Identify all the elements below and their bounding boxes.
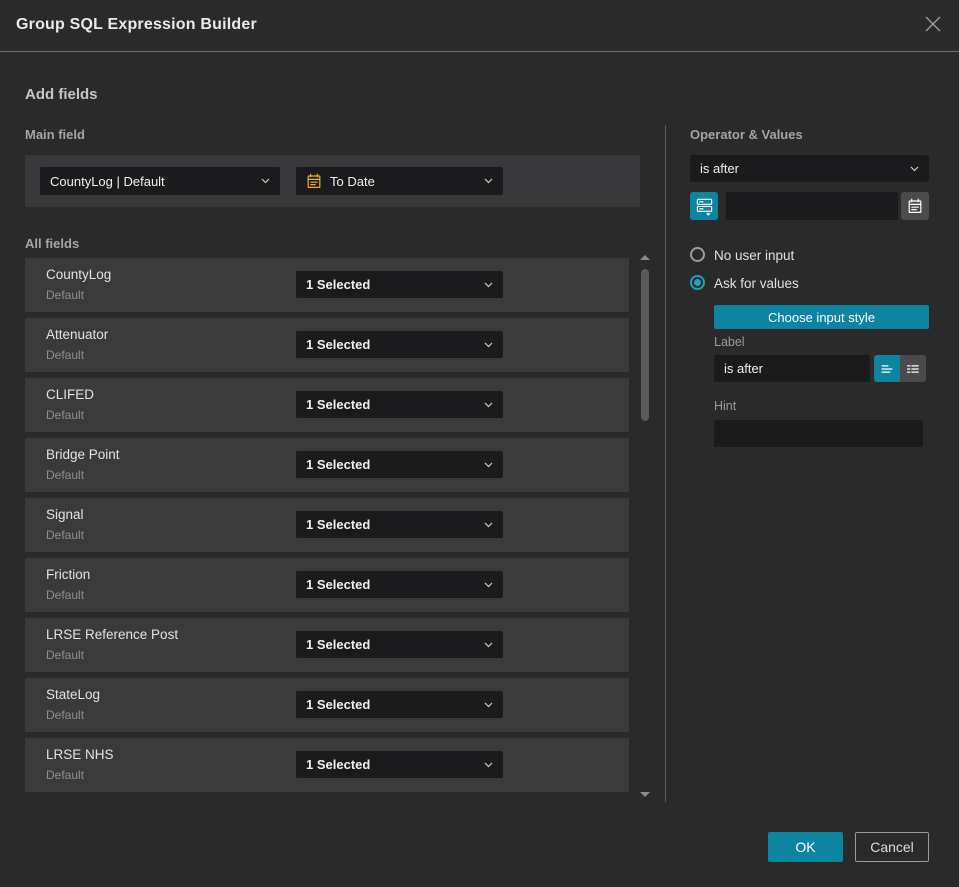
choose-input-style-button[interactable]: Choose input style: [714, 305, 929, 329]
field-subtitle: Default: [46, 288, 85, 302]
no-user-input-label: No user input: [714, 248, 795, 263]
field-name: Friction: [46, 567, 91, 582]
chevron-down-icon: [484, 342, 493, 348]
field-selection-value: 1 Selected: [306, 457, 371, 472]
chevron-down-icon: [484, 642, 493, 648]
field-selection-value: 1 Selected: [306, 577, 371, 592]
all-fields-label: All fields: [25, 236, 80, 251]
chevron-down-icon: [484, 462, 493, 468]
field-subtitle: Default: [46, 648, 85, 662]
close-button[interactable]: [919, 12, 947, 40]
chevron-down-icon: [261, 178, 270, 184]
field-name: LRSE NHS: [46, 747, 114, 762]
field-selection-value: 1 Selected: [306, 277, 371, 292]
date-type-select-value: To Date: [330, 173, 375, 189]
align-left-icon: [879, 361, 895, 377]
field-selection-value: 1 Selected: [306, 337, 371, 352]
main-field-select[interactable]: CountyLog | Default: [40, 167, 280, 195]
hint-input[interactable]: [714, 420, 923, 447]
field-selection-value: 1 Selected: [306, 697, 371, 712]
calendar-picker-button[interactable]: [901, 192, 929, 220]
field-name: StateLog: [46, 687, 101, 702]
add-fields-heading: Add fields: [25, 86, 98, 103]
field-subtitle: Default: [46, 468, 85, 482]
radio-selected-dot: [694, 279, 701, 286]
field-stack-icon: [695, 196, 714, 217]
field-source-button[interactable]: [690, 192, 718, 220]
operator-values-heading: Operator & Values: [690, 127, 803, 142]
ask-for-values-label: Ask for values: [714, 276, 799, 291]
close-icon: [923, 14, 943, 39]
scroll-up-icon[interactable]: [640, 255, 650, 260]
field-subtitle: Default: [46, 588, 85, 602]
operator-select[interactable]: is after: [690, 155, 929, 182]
no-user-input-radio[interactable]: [690, 247, 705, 262]
ask-for-values-radio[interactable]: [690, 275, 705, 290]
field-selection-dropdown[interactable]: 1 Selected: [296, 451, 503, 478]
main-field-select-value: CountyLog | Default: [50, 173, 165, 189]
field-selection-dropdown[interactable]: 1 Selected: [296, 691, 503, 718]
chevron-down-icon: [484, 402, 493, 408]
dialog-title: Group SQL Expression Builder: [16, 16, 257, 33]
group-sql-expression-builder-dialog: Group SQL Expression Builder Add fields …: [0, 0, 959, 887]
vertical-divider: [665, 125, 666, 802]
chevron-down-icon: [484, 282, 493, 288]
scroll-down-icon[interactable]: [640, 792, 650, 797]
hint-caption: Hint: [714, 399, 737, 413]
field-name: LRSE Reference Post: [46, 627, 179, 642]
field-row: StateLog Default 1 Selected: [25, 678, 629, 732]
field-name: Attenuator: [46, 327, 109, 342]
field-row: LRSE NHS Default 1 Selected: [25, 738, 629, 792]
calendar-icon: [907, 198, 923, 214]
chevron-down-icon: [484, 702, 493, 708]
field-selection-dropdown[interactable]: 1 Selected: [296, 271, 503, 298]
main-field-panel: CountyLog | Default To Date: [25, 155, 640, 207]
field-subtitle: Default: [46, 408, 85, 422]
scrollbar-thumb[interactable]: [641, 269, 649, 421]
main-field-label: Main field: [25, 127, 85, 142]
ok-button[interactable]: OK: [768, 832, 843, 862]
field-selection-dropdown[interactable]: 1 Selected: [296, 511, 503, 538]
field-name: Signal: [46, 507, 84, 522]
field-row: CountyLog Default 1 Selected: [25, 258, 629, 312]
field-subtitle: Default: [46, 768, 85, 782]
list-style-button[interactable]: [900, 355, 926, 382]
field-name: CLIFED: [46, 387, 95, 402]
field-selection-dropdown[interactable]: 1 Selected: [296, 571, 503, 598]
list-style-icon: [905, 361, 921, 377]
field-row: CLIFED Default 1 Selected: [25, 378, 629, 432]
cancel-button[interactable]: Cancel: [855, 832, 929, 862]
chevron-down-icon: [910, 166, 919, 172]
field-selection-dropdown[interactable]: 1 Selected: [296, 631, 503, 658]
label-caption: Label: [714, 335, 745, 349]
label-input[interactable]: [714, 355, 870, 382]
field-selection-value: 1 Selected: [306, 637, 371, 652]
field-subtitle: Default: [46, 708, 85, 722]
chevron-down-icon: [484, 522, 493, 528]
field-selection-value: 1 Selected: [306, 517, 371, 532]
date-type-select[interactable]: To Date: [296, 167, 503, 195]
calendar-icon: [306, 173, 322, 189]
field-selection-dropdown[interactable]: 1 Selected: [296, 391, 503, 418]
operator-select-value: is after: [700, 161, 740, 176]
field-subtitle: Default: [46, 528, 85, 542]
field-selection-value: 1 Selected: [306, 757, 371, 772]
field-row: LRSE Reference Post Default 1 Selected: [25, 618, 629, 672]
chevron-down-icon: [484, 178, 493, 184]
chevron-down-icon: [484, 582, 493, 588]
value-date-input[interactable]: [726, 192, 898, 220]
field-selection-dropdown[interactable]: 1 Selected: [296, 751, 503, 778]
single-line-style-button[interactable]: [874, 355, 900, 382]
field-row: Bridge Point Default 1 Selected: [25, 438, 629, 492]
chevron-down-icon: [484, 762, 493, 768]
field-row: Signal Default 1 Selected: [25, 498, 629, 552]
field-subtitle: Default: [46, 348, 85, 362]
field-name: Bridge Point: [46, 447, 120, 462]
field-row: Friction Default 1 Selected: [25, 558, 629, 612]
dialog-header: Group SQL Expression Builder: [0, 0, 959, 52]
field-name: CountyLog: [46, 267, 112, 282]
field-row: Attenuator Default 1 Selected: [25, 318, 629, 372]
field-selection-value: 1 Selected: [306, 397, 371, 412]
field-selection-dropdown[interactable]: 1 Selected: [296, 331, 503, 358]
